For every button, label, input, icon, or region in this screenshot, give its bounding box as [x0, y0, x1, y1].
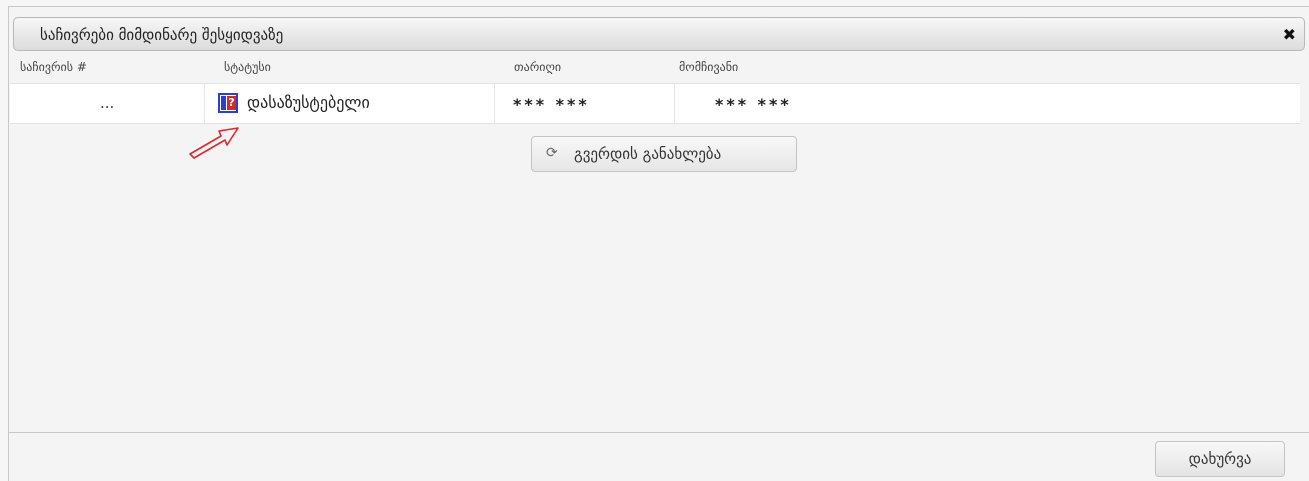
date-value: *** *** — [513, 95, 590, 114]
complaints-table: საჩივრის # სტატუსი თარიღი მომჩივანი ... … — [10, 55, 1300, 124]
cell-complainant: *** *** — [675, 84, 1300, 123]
cell-number: ... — [10, 84, 205, 123]
footer-divider — [8, 432, 1309, 433]
status-text: დასაზუსტებელი — [247, 93, 370, 112]
column-header-date[interactable]: თარიღი — [514, 60, 561, 74]
dialog-title: საჩივრები მიმდინარე შესყიდვაზე — [40, 26, 284, 44]
column-header-number[interactable]: საჩივრის # — [20, 60, 87, 74]
status-icon-question-mark: ? — [227, 96, 236, 110]
close-button[interactable]: დახურვა — [1155, 441, 1285, 477]
cell-status: ? დასაზუსტებელი — [205, 84, 495, 123]
table-header: საჩივრის # სტატუსი თარიღი მომჩივანი — [10, 55, 1300, 83]
complainant-value: *** *** — [715, 95, 792, 114]
column-header-status[interactable]: სტატუსი — [224, 60, 271, 74]
table-row[interactable]: ... ? დასაზუსტებელი *** *** *** *** — [10, 83, 1300, 124]
dialog-titlebar: საჩივრები მიმდინარე შესყიდვაზე ✖ — [13, 17, 1305, 51]
column-header-complainant[interactable]: მომჩივანი — [679, 60, 738, 74]
refresh-icon: ⟳ — [546, 145, 558, 161]
refresh-page-button[interactable]: ⟳ გვერდის განახლება — [531, 136, 797, 172]
unconfirmed-status-icon: ? — [218, 93, 238, 113]
refresh-button-label: გვერდის განახლება — [574, 145, 722, 163]
status-icon-blue-bar — [221, 96, 226, 110]
complaint-number[interactable]: ... — [100, 94, 114, 112]
close-icon[interactable]: ✖ — [1283, 25, 1296, 44]
cell-date: *** *** — [495, 84, 675, 123]
red-outline-arrow-icon — [189, 127, 239, 159]
